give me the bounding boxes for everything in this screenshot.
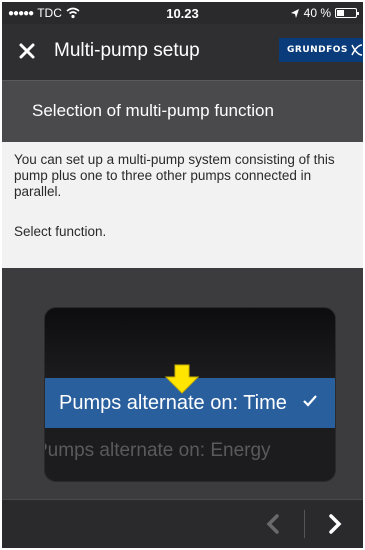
arrow-down-icon [164,364,200,394]
nav-divider [304,510,305,538]
nav-bar: Multi-pump setup GRUNDFOS [2,24,363,80]
picker-option-label: Pumps alternate on: Time [59,392,287,414]
section-title: Selection of multi-pump function [32,101,274,120]
logo-mark-icon [351,44,363,56]
battery-icon [335,8,359,18]
page-title: Multi-pump setup [54,40,200,61]
battery-fill [337,10,344,16]
location-arrow-icon [290,8,299,18]
chevron-right-icon[interactable] [324,512,344,536]
info-panel: You can set up a multi-pump system consi… [2,142,363,268]
grundfos-logo: GRUNDFOS [279,38,363,62]
info-instruction: Select function. [14,224,107,239]
checkmark-icon [303,395,317,407]
chevron-left-icon[interactable] [264,512,284,536]
info-description: You can set up a multi-pump system consi… [14,152,335,199]
picker-option[interactable]: Pumps alternate on: Energy [45,440,271,462]
close-icon[interactable] [16,40,38,62]
section-header: Selection of multi-pump function [2,80,363,142]
bottom-bar [2,499,363,548]
battery-percent: 40 % [303,6,331,20]
logo-text: GRUNDFOS [287,45,348,55]
app-screen: ●●●●● TDC 10.23 40 % Multi-pump setup GR… [2,2,363,548]
status-bar: ●●●●● TDC 10.23 40 % [2,2,363,24]
status-right: 40 % [290,6,359,20]
function-picker[interactable]: Pumps alternate on: Time Pumps alternate… [44,307,336,482]
